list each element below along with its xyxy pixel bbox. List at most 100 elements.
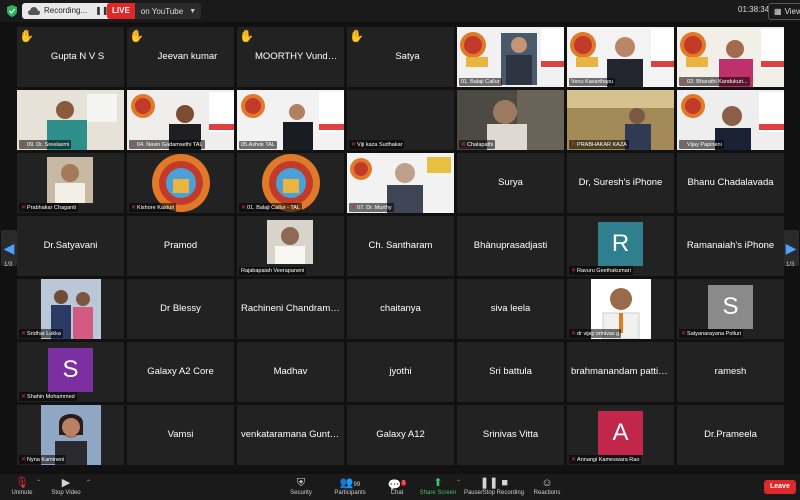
participant-tile[interactable]: siva leela [457,279,564,339]
participant-name: ✕ 01. Balaji Callur - TAL [239,203,303,212]
participant-tile[interactable]: ✋ Gupta N V S [17,27,124,87]
participant-tile[interactable]: ✋ Satya [347,27,454,87]
participant-name: ✕ Shahin Mohammed [19,392,77,401]
profile-photo [267,220,313,264]
security-button[interactable]: ⛨ Security [284,477,318,496]
previous-page-button[interactable]: ◀ [1,230,17,266]
participant-name: MOORTHY Vundavilli [255,51,344,62]
participant-tile[interactable]: ✕ Prabhakar Chaganti [17,153,124,213]
muted-mic-icon: ✕ [21,205,27,211]
active-speaker-tile[interactable]: Venu Kavarthapu [567,27,674,87]
view-button[interactable]: ▦ View [768,3,800,20]
participant-tile[interactable]: Vamsi [127,405,234,465]
participant-tile[interactable]: Dr.Prameela [677,405,784,465]
participant-tile[interactable]: ✕ Sridhar Lukka [17,279,124,339]
raised-hand-icon: ✋ [19,29,34,43]
participant-tile[interactable]: brahmanandam pattip... [567,342,674,402]
muted-mic-icon: ✕ [571,268,577,274]
participant-tile[interactable]: Sri battula [457,342,564,402]
muted-mic-icon: ✕ [571,142,577,148]
participant-name: 01. Balaji Callur [459,78,502,86]
pause-stop-recording-button[interactable]: ❚❚ ■ Pause/Stop Recording [462,477,526,496]
participant-tile[interactable]: Surya [457,153,564,213]
next-page-button[interactable]: ▶ [783,230,799,266]
avatar: S [48,348,93,392]
muted-mic-icon: ✕ [351,205,357,211]
chevron-right-icon: ▶ [785,240,797,256]
participant-tile[interactable]: ✕ PRABHAKAR KAZA [567,90,674,150]
participant-name: ✕ Chalapathi [459,140,496,149]
participant-tile[interactable]: 01. Balaji Callur [457,27,564,87]
reactions-button[interactable]: ☺ Reactions [532,477,562,496]
participant-tile[interactable]: Dr.Satyavani [17,216,124,276]
participant-tile[interactable]: ✕ Chalapathi [457,90,564,150]
participant-tile[interactable]: Pramod [127,216,234,276]
participant-tile[interactable]: ✕ Nyna Kamineni [17,405,124,465]
participant-tile[interactable]: Galaxy A2 Core [127,342,234,402]
participant-name: chaitanya [380,303,421,314]
chat-bubble-icon: 💬1 [387,479,407,492]
participant-tile[interactable]: ✕ 01. Balaji Callur - TAL [237,153,344,213]
participant-name: ✕ Annangi Kameswara Rao [569,455,642,464]
shield-icon[interactable] [7,5,17,17]
participant-name: ✕ Kishore Kasturi [129,203,177,212]
participant-name: ✕ dr vijay srinivas g [569,329,622,338]
participant-tile[interactable]: R ✕ Ravuru Geethakumari [567,216,674,276]
participant-tile[interactable]: Dr Blessy [127,279,234,339]
leave-button[interactable]: Leave [764,480,796,494]
participant-name: Galaxy A12 [376,429,425,440]
cloud-icon [28,7,40,15]
participant-tile[interactable]: ✋ Jeevan kumar [127,27,234,87]
participant-tile[interactable]: Madhav [237,342,344,402]
participant-tile[interactable]: ✕ Viji kaza Sudhakar [347,90,454,150]
avatar: S [708,285,753,329]
participant-tile[interactable]: A ✕ Annangi Kameswara Rao [567,405,674,465]
participant-name: Galaxy A2 Core [147,366,214,377]
participant-tile[interactable]: Dr, Suresh's iPhone [567,153,674,213]
participant-tile[interactable]: Srinivas Vitta [457,405,564,465]
chevron-up-icon[interactable]: ⌃ [36,479,41,486]
participant-tile[interactable]: ramesh [677,342,784,402]
participant-tile[interactable]: ✕ dr vijay srinivas g [567,279,674,339]
participant-tile[interactable]: ✕ 02. Bharathi Kandukuri... [677,27,784,87]
participant-tile[interactable]: ✕ 07. Dr. Murthy [347,153,454,213]
participant-tile[interactable]: S ✕ Satyanarayana Potluri [677,279,784,339]
participant-tile[interactable]: 05.Ashok TAL [237,90,344,150]
chat-button[interactable]: 💬1 Chat [384,477,410,496]
participant-tile[interactable]: ✕ 09. Dr. Sreelaxmi [17,90,124,150]
share-screen-button[interactable]: ⬆ Share Screen [418,477,458,496]
participant-tile[interactable]: Bhànuprasadjasti [457,216,564,276]
meeting-top-bar: Recording... ❚❚ ■ LIVE on YouTube ▼ 01:3… [0,0,800,22]
unmute-label: Unmute [11,490,33,496]
participant-tile[interactable]: ✕ Kishore Kasturi [127,153,234,213]
participant-tile[interactable]: Ch. Santharam [347,216,454,276]
stop-video-button[interactable]: ▶ Stop Video [46,477,86,496]
muted-mic-icon: ✕ [351,142,357,148]
participant-tile[interactable]: ✋ MOORTHY Vundavilli [237,27,344,87]
people-icon: 👥99 [339,477,361,489]
participant-name: Bhanu Chadalavada [687,177,774,188]
unmute-button[interactable]: 🎙 Unmute [8,477,36,496]
muted-mic-icon: ✕ [241,205,247,211]
participant-name: Dr.Prameela [704,429,757,440]
participant-tile[interactable]: ✕ 04. Navin Gadamsethi TAL [127,90,234,150]
participant-name: siva leela [490,303,531,314]
participant-tile[interactable]: S ✕ Shahin Mohammed [17,342,124,402]
raised-hand-icon: ✋ [349,29,364,43]
chevron-up-icon[interactable]: ⌃ [456,479,461,486]
participants-button[interactable]: 👥99 Participants [330,477,370,496]
live-stream-status[interactable]: LIVE on YouTube ▼ [107,3,202,19]
participant-tile[interactable]: Bhanu Chadalavada [677,153,784,213]
muted-mic-icon: ✕ [571,457,577,463]
muted-mic-icon: ✕ [21,457,27,463]
participant-tile[interactable]: Rachineni Chandramo... [237,279,344,339]
participant-tile[interactable]: ✕ Vijay Papineni [677,90,784,150]
participant-tile[interactable]: jyothi [347,342,454,402]
muted-microphone-icon: 🎙 [15,477,29,489]
participant-tile[interactable]: Galaxy A12 [347,405,454,465]
participant-tile[interactable]: chaitanya [347,279,454,339]
participant-tile[interactable]: Ramanaiah's iPhone [677,216,784,276]
chevron-up-icon[interactable]: ⌃ [86,479,91,486]
participant-tile[interactable]: Rajabapaiah Veerapaneni [237,216,344,276]
participant-tile[interactable]: venkataramana Guntu... [237,405,344,465]
